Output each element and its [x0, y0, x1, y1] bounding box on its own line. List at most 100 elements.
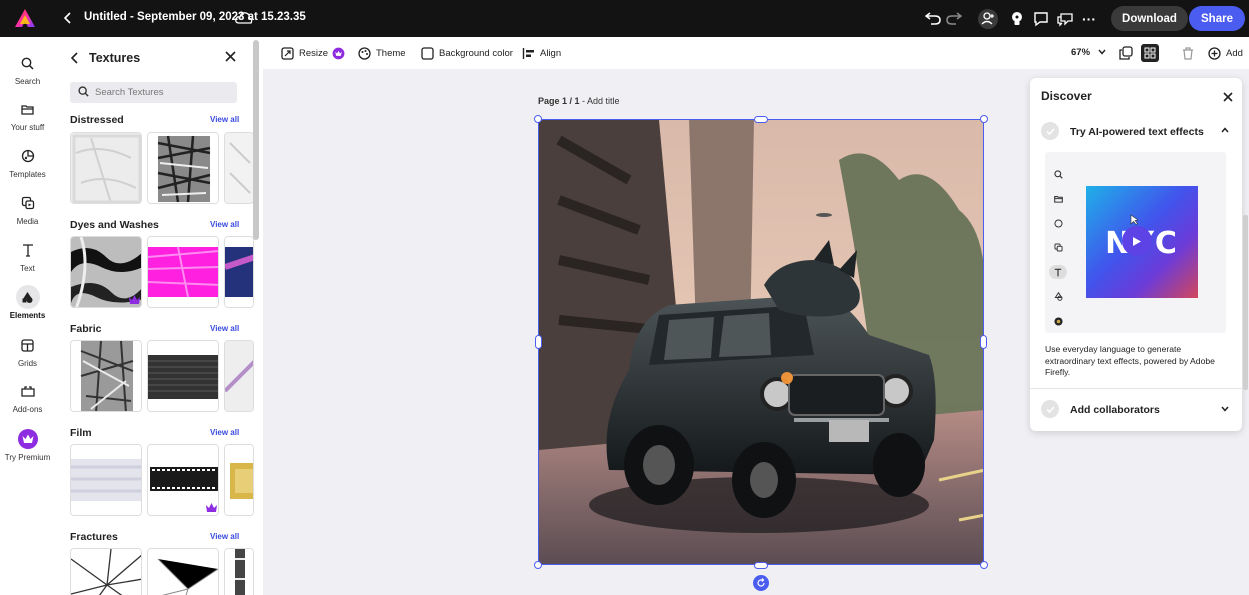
- rail-item-templates[interactable]: Templates: [0, 144, 55, 179]
- texture-thumbnail[interactable]: [70, 548, 142, 595]
- panel-back-chevron-icon[interactable]: [70, 51, 79, 67]
- discover-close-icon[interactable]: [1223, 89, 1233, 106]
- resize-handle-left[interactable]: [535, 335, 542, 349]
- more-options-icon[interactable]: ···: [1078, 8, 1100, 30]
- texture-thumbnail[interactable]: [224, 444, 254, 516]
- search-icon: [78, 84, 89, 102]
- chevron-down-icon[interactable]: [1221, 404, 1229, 415]
- ai-text-effects-preview[interactable]: NYC: [1045, 152, 1226, 333]
- artboard-image[interactable]: [538, 119, 984, 565]
- resize-label: Resize: [299, 47, 329, 59]
- rail-item-try-premium[interactable]: Try Premium: [0, 427, 55, 462]
- view-all-distressed-link[interactable]: View all: [210, 115, 239, 124]
- invite-user-icon[interactable]: [977, 8, 999, 30]
- background-swatch-icon: [420, 46, 434, 60]
- texture-thumbnail[interactable]: [147, 340, 219, 412]
- texture-search-field[interactable]: [70, 82, 237, 103]
- comments-thread-icon[interactable]: [1054, 8, 1076, 30]
- rail-item-elements[interactable]: Elements: [0, 285, 55, 320]
- texture-thumbnail[interactable]: [224, 548, 254, 595]
- resize-button[interactable]: Resize: [280, 37, 345, 69]
- elements-icon: [1049, 285, 1067, 310]
- texture-thumbnail[interactable]: [224, 132, 254, 204]
- resize-handle-top-right[interactable]: [980, 115, 988, 123]
- panel-scrollbar[interactable]: [253, 40, 259, 240]
- trash-icon: [1181, 46, 1195, 60]
- discover-scrollbar[interactable]: [1243, 215, 1248, 390]
- texture-thumbnail[interactable]: [147, 236, 219, 308]
- comment-icon[interactable]: [1030, 8, 1052, 30]
- page-label[interactable]: Page 1 / 1 - Add title: [538, 96, 620, 106]
- view-all-dyes-link[interactable]: View all: [210, 220, 239, 229]
- resize-handle-top[interactable]: [754, 116, 768, 123]
- lightbulb-icon[interactable]: [1006, 8, 1028, 30]
- texture-thumbnail[interactable]: [224, 340, 254, 412]
- premium-crown-icon: [206, 503, 217, 512]
- add-collaborators-title[interactable]: Add collaborators: [1070, 404, 1160, 416]
- section-title-dyes-and-washes: Dyes and Washes: [70, 219, 159, 231]
- ai-text-effects-title[interactable]: Try AI-powered text effects: [1070, 126, 1204, 138]
- rail-item-your-stuff[interactable]: Your stuff: [0, 97, 55, 132]
- pages-icon: [1141, 44, 1159, 62]
- rail-item-search[interactable]: Search: [0, 51, 55, 86]
- share-button[interactable]: Share: [1189, 6, 1245, 31]
- discover-panel: Discover Try AI-powered text effects NYC…: [1030, 78, 1242, 431]
- rail-label: Add-ons: [12, 405, 43, 414]
- background-color-button[interactable]: Background color: [420, 37, 513, 69]
- page-number: Page 1 / 1: [538, 96, 580, 106]
- textures-panel: Textures Distressed View all Dyes and Wa…: [55, 37, 263, 595]
- rail-item-media[interactable]: Media: [0, 191, 55, 226]
- play-icon[interactable]: [1122, 226, 1152, 256]
- resize-handle-top-left[interactable]: [534, 115, 542, 123]
- view-all-fabric-link[interactable]: View all: [210, 324, 239, 333]
- text-icon: [16, 238, 40, 262]
- panel-close-icon[interactable]: [225, 49, 241, 67]
- rail-label: Media: [16, 217, 39, 226]
- resize-handle-right[interactable]: [980, 335, 987, 349]
- texture-thumbnail[interactable]: [224, 236, 254, 308]
- texture-search-input[interactable]: [95, 87, 235, 98]
- texture-thumbnail[interactable]: [147, 548, 219, 595]
- panel-title: Textures: [89, 51, 141, 65]
- duplicate-page-button[interactable]: [1119, 37, 1138, 69]
- rail-label: Search: [14, 77, 41, 86]
- rail-item-text[interactable]: Text: [0, 238, 55, 273]
- undo-icon[interactable]: [924, 9, 942, 27]
- theme-button[interactable]: Theme: [357, 37, 406, 69]
- texture-thumbnail[interactable]: [147, 444, 219, 516]
- view-all-fractures-link[interactable]: View all: [210, 532, 239, 541]
- align-button[interactable]: Align: [521, 37, 561, 69]
- back-chevron-icon[interactable]: [60, 8, 76, 28]
- resize-handle-bottom-left[interactable]: [534, 561, 542, 569]
- add-title-link[interactable]: - Add title: [580, 96, 620, 106]
- zoom-level-dropdown[interactable]: 67%: [1071, 47, 1106, 58]
- resize-handle-bottom[interactable]: [754, 562, 768, 569]
- adobe-express-logo[interactable]: [14, 7, 36, 29]
- download-button[interactable]: Download: [1111, 6, 1188, 31]
- rail-label: Text: [20, 264, 35, 273]
- rail-item-grids[interactable]: Grids: [0, 333, 55, 368]
- redo-icon[interactable]: [945, 9, 963, 27]
- premium-crown-icon: [332, 47, 345, 59]
- page-settings-button[interactable]: [1141, 37, 1159, 69]
- checkmark-icon: [1041, 122, 1059, 140]
- delete-page-button[interactable]: [1181, 37, 1200, 69]
- texture-thumbnail[interactable]: [70, 132, 142, 204]
- rotate-handle-icon[interactable]: [753, 575, 769, 591]
- section-title-distressed: Distressed: [70, 114, 124, 126]
- document-title[interactable]: Untitled - September 09, 2023 at 15.23.3…: [84, 11, 306, 23]
- media-icon: [1049, 236, 1067, 261]
- texture-thumbnail[interactable]: [70, 340, 142, 412]
- texture-thumbnail[interactable]: [70, 236, 142, 308]
- preview-mini-rail: [1049, 162, 1067, 334]
- cloud-sync-icon[interactable]: [235, 10, 253, 26]
- premium-crown-icon: [1049, 309, 1067, 334]
- view-all-film-link[interactable]: View all: [210, 428, 239, 437]
- resize-handle-bottom-right[interactable]: [980, 561, 988, 569]
- add-page-button[interactable]: Add: [1207, 37, 1243, 69]
- texture-thumbnail[interactable]: [70, 444, 142, 516]
- rail-item-add-ons[interactable]: Add-ons: [0, 379, 55, 414]
- templates-icon: [1049, 211, 1067, 236]
- chevron-up-icon[interactable]: [1221, 125, 1229, 136]
- texture-thumbnail[interactable]: [147, 132, 219, 204]
